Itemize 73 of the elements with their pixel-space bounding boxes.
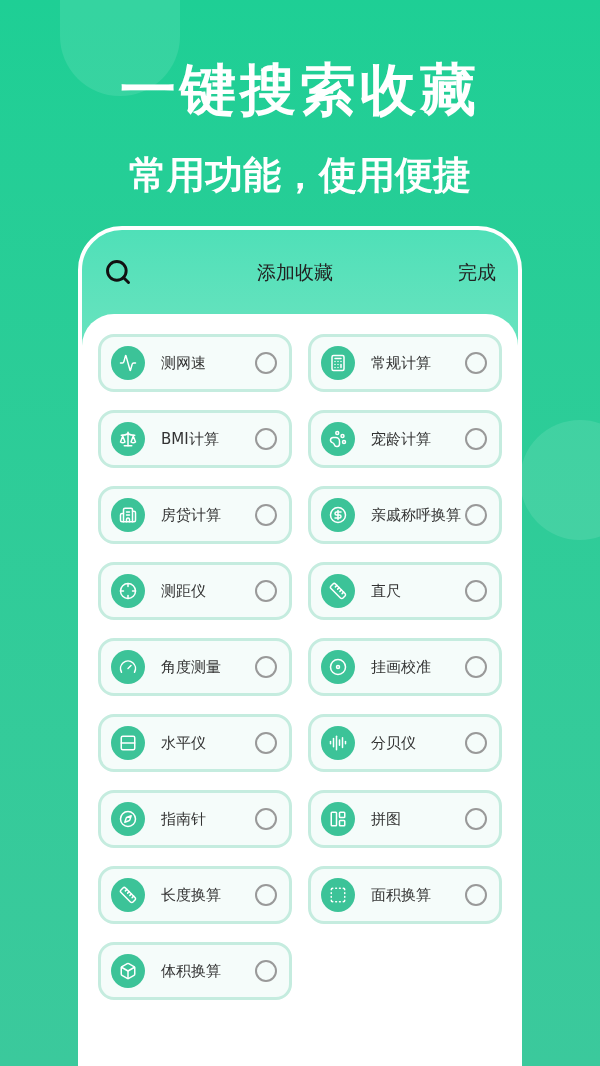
function-card[interactable]: 挂画校准: [308, 638, 502, 696]
select-radio[interactable]: [255, 656, 277, 678]
select-radio[interactable]: [465, 884, 487, 906]
select-radio[interactable]: [255, 352, 277, 374]
select-radio[interactable]: [255, 428, 277, 450]
function-icon: [321, 422, 355, 456]
select-radio[interactable]: [465, 504, 487, 526]
function-card[interactable]: 体积换算: [98, 942, 292, 1000]
select-radio[interactable]: [255, 504, 277, 526]
screen-title: 添加收藏: [257, 259, 333, 285]
function-label: 体积换算: [161, 960, 222, 982]
function-icon: [111, 726, 145, 760]
function-label: 直尺: [371, 580, 402, 602]
function-card[interactable]: 亲戚称呼换算: [308, 486, 502, 544]
function-card[interactable]: 直尺: [308, 562, 502, 620]
function-icon: [321, 726, 355, 760]
select-radio[interactable]: [255, 960, 277, 982]
select-radio[interactable]: [465, 352, 487, 374]
function-card[interactable]: 指南针: [98, 790, 292, 848]
select-radio[interactable]: [255, 808, 277, 830]
function-icon: [111, 574, 145, 608]
function-icon: [111, 802, 145, 836]
function-card[interactable]: 面积换算: [308, 866, 502, 924]
function-label: 水平仪: [161, 732, 207, 754]
function-label: BMI计算: [161, 428, 220, 450]
function-icon: [321, 498, 355, 532]
select-radio[interactable]: [465, 428, 487, 450]
function-card[interactable]: 长度换算: [98, 866, 292, 924]
function-icon: [321, 802, 355, 836]
function-label: 拼图: [371, 808, 402, 830]
function-label: 角度测量: [161, 656, 222, 678]
function-card[interactable]: 常规计算: [308, 334, 502, 392]
search-icon[interactable]: [104, 258, 132, 286]
select-radio[interactable]: [465, 808, 487, 830]
function-card[interactable]: 水平仪: [98, 714, 292, 772]
function-icon: [321, 650, 355, 684]
function-label: 面积换算: [371, 884, 432, 906]
function-label: 宠龄计算: [371, 428, 432, 450]
function-icon: [111, 650, 145, 684]
select-radio[interactable]: [465, 732, 487, 754]
function-card[interactable]: 测距仪: [98, 562, 292, 620]
select-radio[interactable]: [465, 656, 487, 678]
function-label: 房贷计算: [161, 504, 222, 526]
function-label: 长度换算: [161, 884, 222, 906]
function-card[interactable]: 角度测量: [98, 638, 292, 696]
function-icon: [111, 346, 145, 380]
select-radio[interactable]: [255, 884, 277, 906]
done-button[interactable]: 完成: [458, 257, 496, 287]
function-label: 分贝仪: [371, 732, 417, 754]
function-card[interactable]: 测网速: [98, 334, 292, 392]
select-radio[interactable]: [255, 580, 277, 602]
select-radio[interactable]: [465, 580, 487, 602]
function-label: 测距仪: [161, 580, 207, 602]
select-radio[interactable]: [255, 732, 277, 754]
function-card[interactable]: 宠龄计算: [308, 410, 502, 468]
function-label: 指南针: [161, 808, 207, 830]
function-label: 挂画校准: [371, 656, 432, 678]
function-card[interactable]: 分贝仪: [308, 714, 502, 772]
function-label: 测网速: [161, 352, 207, 374]
function-card[interactable]: 房贷计算: [98, 486, 292, 544]
function-icon: [111, 422, 145, 456]
function-label: 亲戚称呼换算: [371, 504, 462, 526]
function-icon: [111, 954, 145, 988]
function-icon: [321, 574, 355, 608]
function-card[interactable]: BMI计算: [98, 410, 292, 468]
headline: 一键搜索收藏: [120, 56, 480, 124]
function-icon: [111, 498, 145, 532]
function-icon: [321, 878, 355, 912]
function-label: 常规计算: [371, 352, 432, 374]
function-icon: [111, 878, 145, 912]
function-icon: [321, 346, 355, 380]
function-card[interactable]: 拼图: [308, 790, 502, 848]
subheadline: 常用功能，使用便捷: [129, 152, 471, 199]
